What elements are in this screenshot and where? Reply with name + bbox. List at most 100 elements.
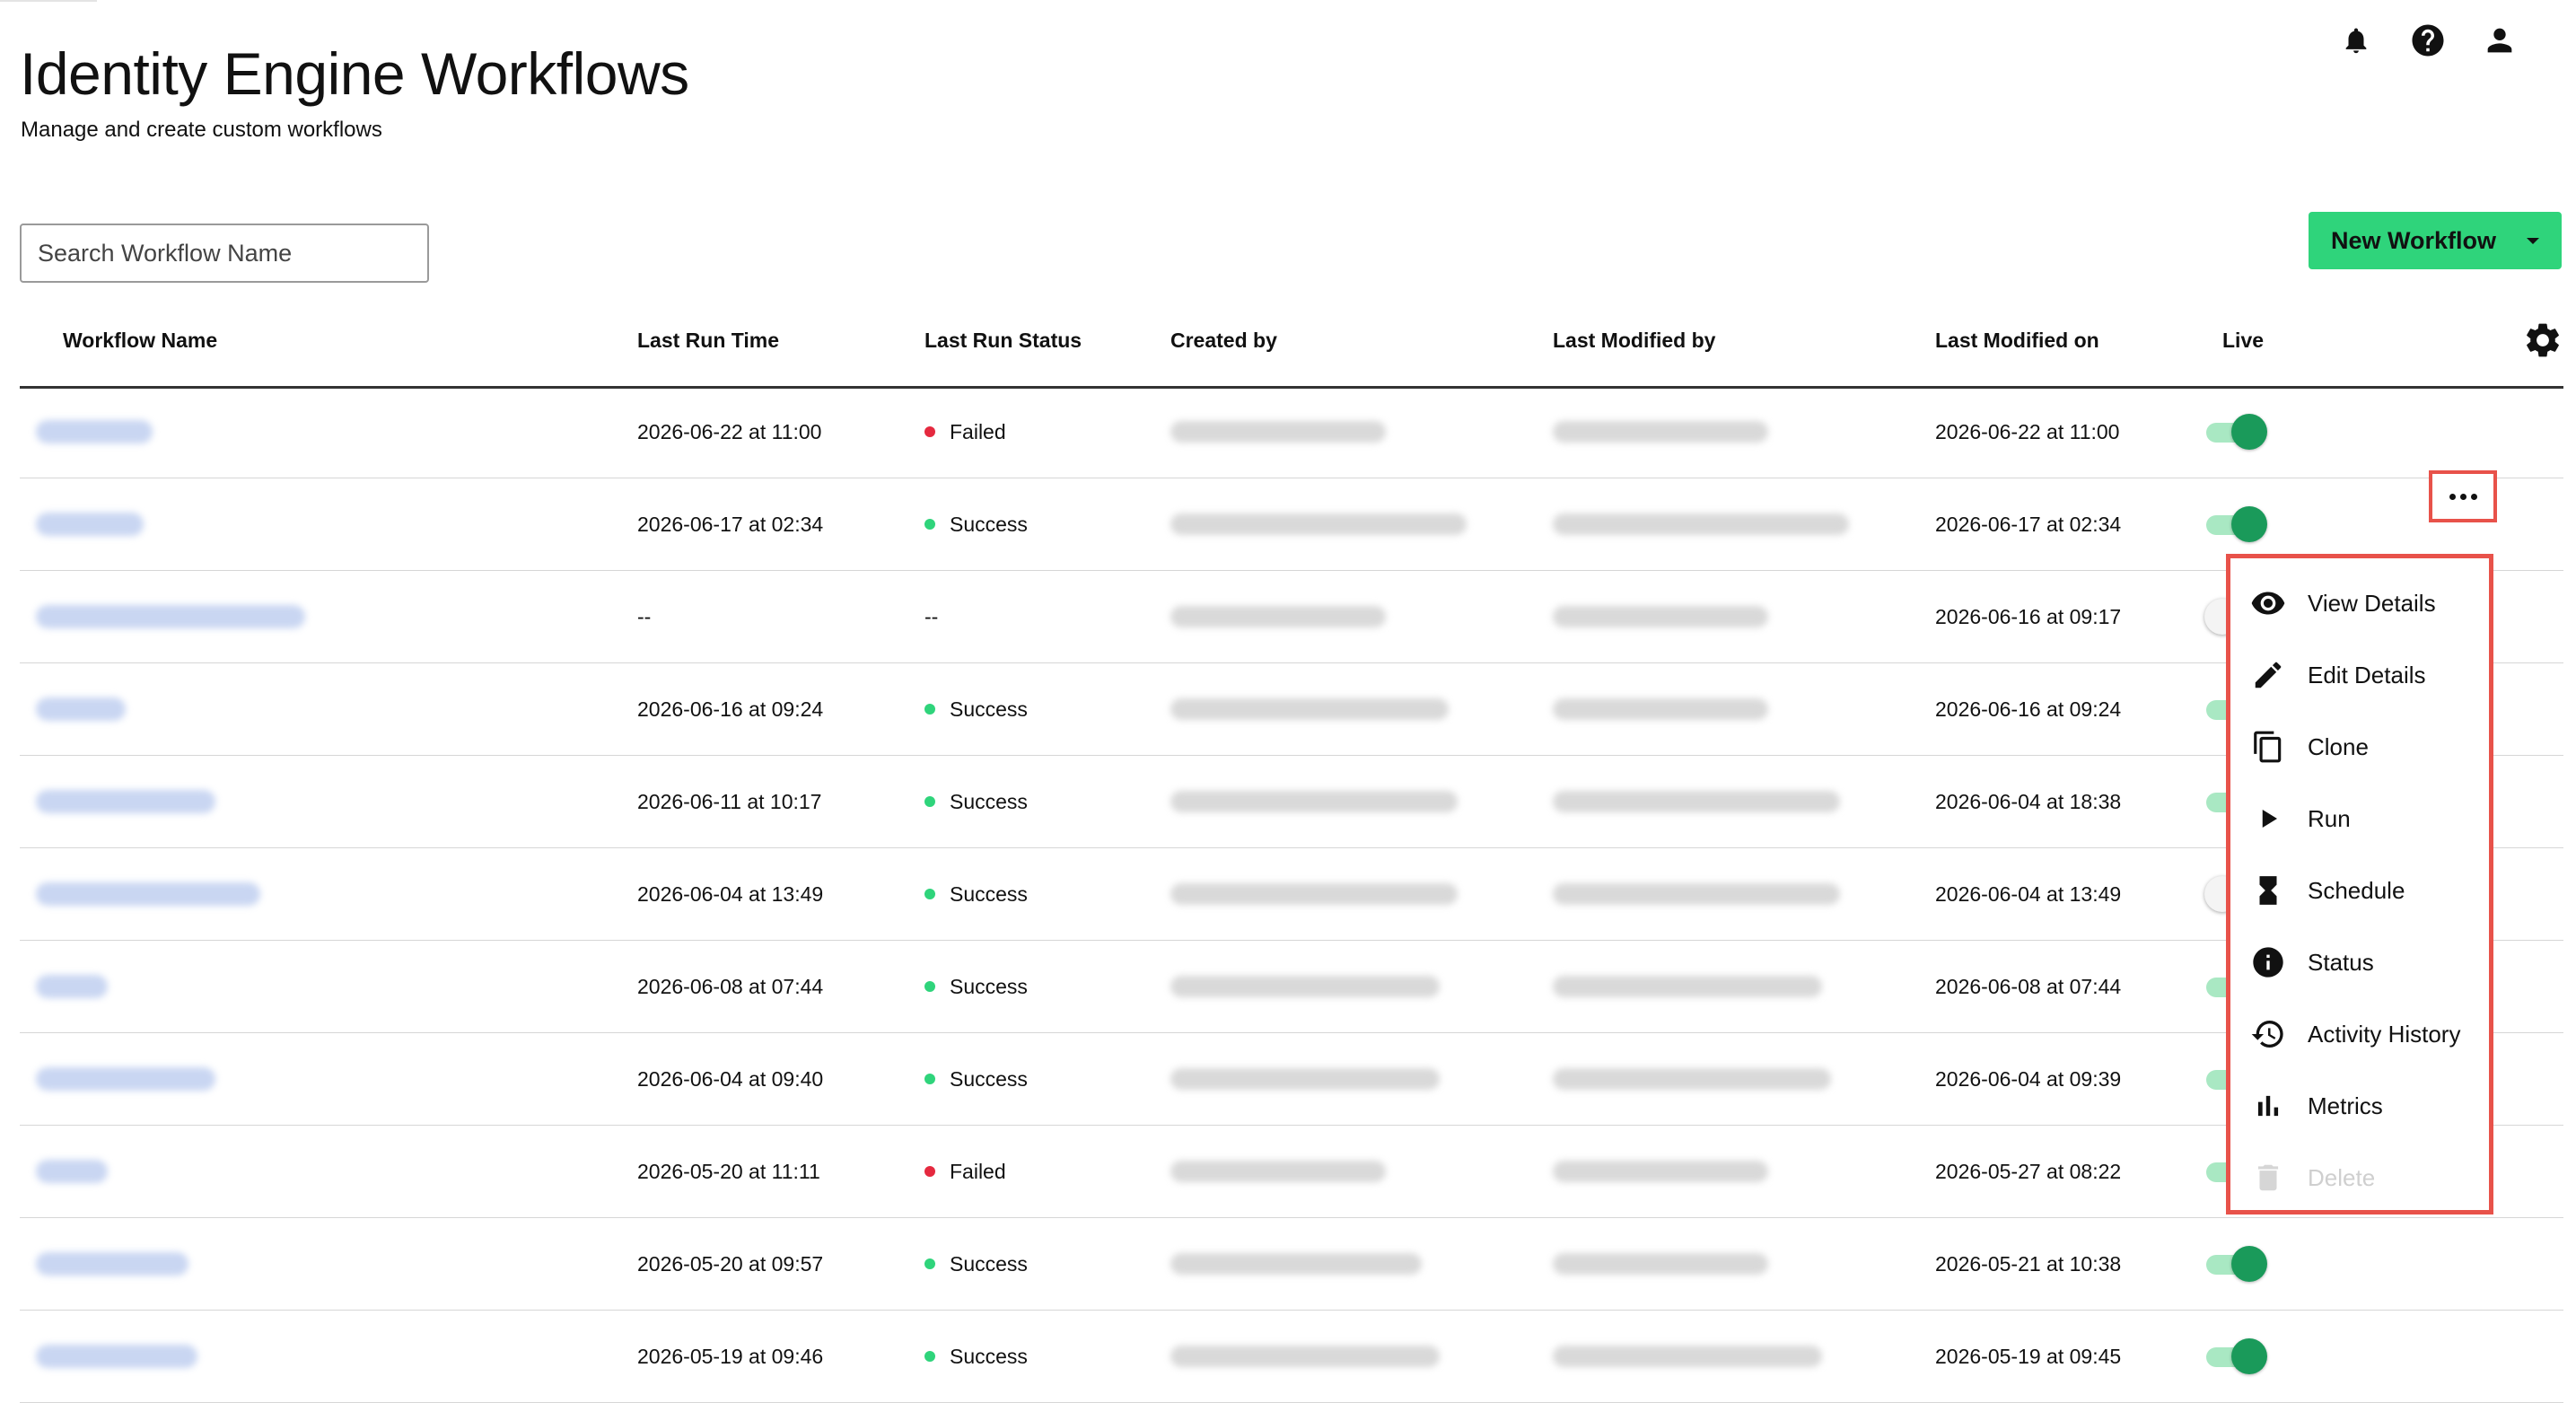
workflow-name-link[interactable] [36, 605, 305, 628]
live-toggle[interactable] [2204, 1338, 2267, 1374]
status-label: Success [950, 512, 1028, 536]
last-modified-by-value [1553, 698, 1768, 720]
status-dot [924, 889, 935, 899]
table-row[interactable]: 2026-06-17 at 02:34 Success 2026-06-17 a… [20, 478, 2563, 571]
workflow-name-link[interactable] [36, 1345, 197, 1368]
help-icon[interactable] [2407, 20, 2449, 61]
status-label: Success [950, 1344, 1028, 1368]
last-modified-on-cell: 2026-06-04 at 09:39 [1935, 1066, 2122, 1091]
eye-icon [2250, 585, 2286, 621]
workflow-name-link[interactable] [36, 1252, 188, 1276]
created-by-value [1170, 421, 1386, 443]
created-by-cell [1170, 571, 1386, 662]
created-by-cell [1170, 478, 1467, 570]
created-by-cell [1170, 941, 1440, 1032]
column-header-last-modified-by[interactable]: Last Modified by [1553, 329, 1715, 353]
status-dot [924, 1351, 935, 1362]
live-toggle[interactable] [2204, 506, 2267, 542]
last-run-time-cell: 2026-05-20 at 09:57 [637, 1251, 824, 1276]
table-row[interactable]: 2026-05-20 at 11:11 Failed 2026-05-27 at… [20, 1126, 2563, 1218]
column-header-workflow-name[interactable]: Workflow Name [63, 329, 217, 353]
table-row[interactable]: -- -- 2026-06-16 at 09:17 [20, 571, 2563, 663]
status-dot [924, 426, 935, 437]
last-run-time-cell: 2026-05-20 at 11:11 [637, 1159, 820, 1183]
live-toggle[interactable] [2204, 1246, 2267, 1282]
menu-item-label: Run [2308, 804, 2351, 832]
page-subtitle: Manage and create custom workflows [21, 118, 382, 142]
gear-icon[interactable] [2522, 320, 2563, 361]
created-by-value [1170, 791, 1458, 812]
column-header-live: Live [2222, 329, 2265, 352]
menu-item-status[interactable]: Status [2230, 926, 2489, 998]
table-row[interactable]: 2026-05-20 at 09:57 Success 2026-05-21 a… [20, 1218, 2563, 1311]
workflow-name-link[interactable] [36, 1160, 108, 1183]
more-dot-icon [2459, 493, 2466, 500]
workflow-name-link[interactable] [36, 790, 215, 813]
copy-icon [2250, 729, 2286, 765]
live-cell [2204, 386, 2267, 478]
last-run-status-cell: Success [924, 663, 1028, 755]
column-header-last-modified-on[interactable]: Last Modified on [1935, 329, 2099, 353]
last-modified-by-cell [1553, 941, 1822, 1032]
table-row[interactable]: 2026-06-04 at 09:40 Success 2026-06-04 a… [20, 1033, 2563, 1126]
table-row[interactable]: 2026-06-08 at 07:44 Success 2026-06-08 a… [20, 941, 2563, 1033]
menu-item-label: Metrics [2308, 1092, 2383, 1119]
column-header-last-run-status[interactable]: Last Run Status [924, 329, 1082, 353]
account-icon[interactable] [2479, 20, 2520, 61]
bell-icon[interactable] [2335, 20, 2377, 61]
workflow-name-cell [36, 1311, 197, 1402]
new-workflow-button[interactable]: New Workflow [2309, 212, 2562, 269]
menu-item-activity-history[interactable]: Activity History [2230, 998, 2489, 1070]
menu-item-metrics[interactable]: Metrics [2230, 1070, 2489, 1142]
last-run-time-cell: 2026-06-16 at 09:24 [637, 697, 824, 721]
menu-item-label: Status [2308, 948, 2374, 976]
menu-item-run[interactable]: Run [2230, 783, 2489, 855]
menu-item-edit-details[interactable]: Edit Details [2230, 639, 2489, 711]
last-run-status-cell: Success [924, 848, 1028, 940]
last-run-status-cell: Success [924, 478, 1028, 570]
row-actions-more-button[interactable] [2429, 470, 2497, 522]
last-run-time-cell: -- [637, 604, 652, 628]
workflow-name-link[interactable] [36, 420, 153, 443]
dropdown-caret-icon[interactable] [2527, 237, 2540, 244]
workflow-name-link[interactable] [36, 882, 260, 906]
menu-item-view-details[interactable]: View Details [2230, 567, 2489, 639]
table-row[interactable]: 2026-05-19 at 09:46 Success 2026-05-19 a… [20, 1311, 2563, 1403]
pencil-icon [2250, 657, 2286, 693]
workflow-name-cell [36, 571, 305, 662]
table-row[interactable]: 2026-06-16 at 09:24 Success 2026-06-16 a… [20, 663, 2563, 756]
toggle-knob [2231, 1246, 2267, 1282]
workflow-name-link[interactable] [36, 697, 126, 721]
status-label: Success [950, 881, 1028, 906]
toggle-knob [2231, 506, 2267, 542]
last-run-status-cell: Failed [924, 386, 1006, 478]
last-modified-by-cell [1553, 756, 1840, 847]
search-input[interactable] [20, 224, 429, 283]
status-dot [924, 796, 935, 807]
last-run-time-cell: 2026-05-19 at 09:46 [637, 1344, 824, 1368]
top-toolbar [2335, 20, 2520, 61]
last-modified-on-cell: 2026-05-19 at 09:45 [1935, 1344, 2122, 1368]
menu-item-schedule[interactable]: Schedule [2230, 855, 2489, 926]
last-run-status-cell: Success [924, 1311, 1028, 1402]
table-header: Workflow Name Last Run Time Last Run Sta… [20, 314, 2563, 389]
created-by-value [1170, 1161, 1386, 1182]
last-run-time-cell: 2026-06-04 at 09:40 [637, 1066, 824, 1091]
column-header-last-run-time[interactable]: Last Run Time [637, 329, 779, 353]
table-row[interactable]: 2026-06-04 at 13:49 Success 2026-06-04 a… [20, 848, 2563, 941]
last-run-status-cell: -- [924, 571, 938, 662]
live-toggle[interactable] [2204, 414, 2267, 450]
table-row[interactable]: 2026-06-11 at 10:17 Success 2026-06-04 a… [20, 756, 2563, 848]
workflow-name-link[interactable] [36, 975, 108, 998]
last-modified-on-cell: 2026-05-27 at 08:22 [1935, 1159, 2122, 1183]
more-dot-icon [2449, 493, 2456, 500]
table-row[interactable]: 2026-06-22 at 11:00 Failed 2026-06-22 at… [20, 386, 2563, 478]
more-dot-icon [2470, 493, 2477, 500]
created-by-value [1170, 1253, 1422, 1275]
column-header-created-by[interactable]: Created by [1170, 329, 1277, 353]
workflow-name-link[interactable] [36, 1067, 215, 1091]
toggle-knob [2231, 414, 2267, 450]
menu-item-clone[interactable]: Clone [2230, 711, 2489, 783]
workflow-name-link[interactable] [36, 513, 144, 536]
last-modified-by-value [1553, 513, 1849, 535]
